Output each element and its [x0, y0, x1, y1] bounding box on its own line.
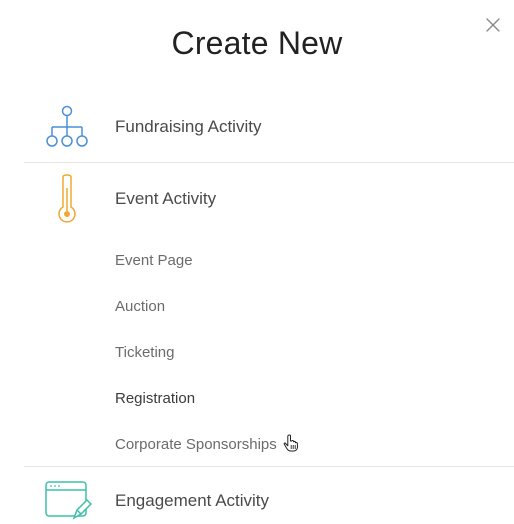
divider	[24, 162, 514, 163]
submenu-item-auction[interactable]: Auction	[115, 284, 299, 330]
event-activity-label: Event Activity	[115, 189, 217, 208]
browser-edit-icon	[44, 480, 92, 522]
hand-pointer-icon	[283, 427, 299, 469]
submenu-item-label: Event Page	[115, 252, 193, 269]
submenu-item-label: Ticketing	[115, 344, 175, 361]
create-new-modal: Create New Fundraising Activity Event Ac…	[0, 0, 514, 520]
divider	[24, 466, 514, 467]
modal-title: Create New	[171, 25, 343, 61]
engagement-activity-label: Engagement Activity	[115, 491, 270, 510]
fundraising-activity-option[interactable]: Fundraising Activity	[24, 103, 514, 151]
submenu-item-ticketing[interactable]: Ticketing	[115, 330, 299, 376]
engagement-activity-option[interactable]: Engagement Activity	[24, 478, 514, 524]
thermometer-icon	[56, 174, 78, 224]
submenu-item-label: Corporate Sponsorships	[115, 436, 277, 453]
submenu-item-event-page[interactable]: Event Page	[115, 238, 299, 284]
submenu-item-corporate-sponsorships[interactable]: Corporate Sponsorships	[115, 422, 299, 468]
fundraising-activity-label: Fundraising Activity	[115, 117, 262, 136]
event-activity-option[interactable]: Event Activity	[24, 174, 514, 224]
submenu-item-label: Auction	[115, 298, 166, 315]
event-activity-submenu: Event Page Auction Ticketing Registratio…	[115, 238, 299, 468]
submenu-item-registration[interactable]: Registration	[115, 376, 299, 422]
submenu-item-label: Registration	[115, 390, 196, 407]
org-chart-icon	[44, 105, 90, 149]
